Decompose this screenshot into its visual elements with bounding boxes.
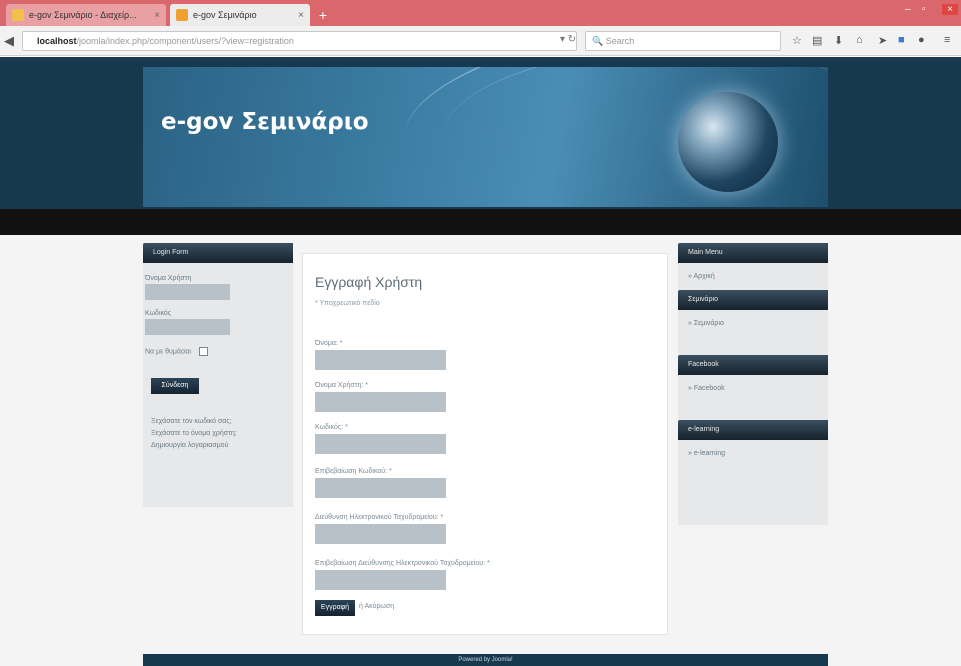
nav-dark-bar [0, 209, 961, 235]
globe-image [678, 92, 778, 192]
password-input[interactable] [145, 319, 230, 335]
forgot-password-link[interactable]: Ξεχάσατε τον κωδικό σας; [151, 416, 293, 428]
menu-header-seminar: Σεμινάριο [678, 290, 828, 310]
required-note: * Υποχρεωτικό πεδίο [315, 300, 380, 307]
login-module-header: Login Form [143, 243, 293, 263]
search-placeholder: Search [605, 36, 635, 46]
url-bar[interactable]: localhost/joomla/index.php/component/use… [22, 31, 577, 51]
menu-item-facebook[interactable]: » Facebook [688, 385, 828, 392]
cancel-link[interactable]: ή Ακύρωση [359, 603, 394, 610]
bookmark-star-icon[interactable]: ☆ [792, 34, 802, 47]
close-tab-icon[interactable]: × [154, 10, 160, 21]
password-confirm-input[interactable] [315, 478, 446, 498]
minimize-icon[interactable]: – [905, 4, 911, 15]
menu-item-label: Αρχική [693, 273, 715, 280]
url-path: /joomla/index.php/component/users/?view=… [76, 36, 294, 46]
tab-1-label: e-gov Σεμινάριο - Διαχείρ... [29, 10, 137, 20]
back-icon[interactable]: ◀ [4, 33, 20, 49]
extension-icon[interactable]: ■ [898, 34, 905, 46]
password-field-input[interactable] [315, 434, 446, 454]
email-label: Διεύθυνση Ηλεκτρονικού Ταχυδρομείου: * [315, 514, 444, 521]
menu-header-main: Main Menu [678, 243, 828, 263]
url-host: localhost [37, 36, 77, 46]
browser-tab-bar: e-gov Σεμινάριο - Διαχείρ... × e-gov Σεμ… [0, 0, 961, 26]
username-field-label: Όνομα Χρήστη: * [315, 382, 368, 389]
password-field-label: Κωδικός: * [315, 424, 348, 431]
menu-item-label: Σεμινάριο [693, 320, 724, 327]
forgot-username-link[interactable]: Ξεχάσατε το όνομα χρήστη; [151, 428, 293, 440]
menu-icon[interactable]: ≡ [944, 34, 950, 46]
right-sidebar: Main Menu » Αρχική Σεμινάριο » Σεμινάριο… [678, 243, 828, 525]
reload-icon[interactable]: ▾ ↻ [560, 34, 576, 45]
registration-form: Εγγραφή Χρήστη * Υποχρεωτικό πεδίο Όνομα… [302, 253, 668, 635]
email-input[interactable] [315, 524, 446, 544]
browser-tab-2[interactable]: e-gov Σεμινάριο × [170, 4, 310, 26]
menu-item-seminar[interactable]: » Σεμινάριο [688, 320, 828, 327]
email-confirm-input[interactable] [315, 570, 446, 590]
username-field-input[interactable] [315, 392, 446, 412]
web-page: e-gov Σεμινάριο Login Form Όνομα Χρήστη … [0, 57, 961, 666]
new-tab-icon[interactable]: + [314, 6, 332, 24]
name-label: Όνομα: * [315, 340, 343, 347]
maximize-icon[interactable]: ▫ [922, 4, 926, 15]
site-title[interactable]: e-gov Σεμινάριο [161, 109, 369, 135]
menu-header-facebook: Facebook [678, 355, 828, 375]
browser-tab-1[interactable]: e-gov Σεμινάριο - Διαχείρ... × [6, 4, 166, 26]
send-icon[interactable]: ➤ [878, 34, 887, 47]
close-tab-icon[interactable]: × [298, 10, 304, 21]
reading-list-icon[interactable]: ▤ [812, 34, 822, 47]
menu-item-home[interactable]: » Αρχική [688, 273, 828, 280]
menu-header-elearning: e-learning [678, 420, 828, 440]
home-icon[interactable]: ⌂ [856, 34, 863, 46]
register-button[interactable]: Εγγραφή [315, 600, 355, 616]
email-confirm-label: Επιβεβαίωση Διεύθυνσης Ηλεκτρονικού Ταχυ… [315, 560, 490, 567]
login-button[interactable]: Σύνδεση [151, 378, 199, 394]
menu-item-elearning[interactable]: » e-learning [688, 450, 828, 457]
header-band: e-gov Σεμινάριο [0, 57, 961, 209]
site-banner: e-gov Σεμινάριο [143, 67, 828, 207]
menu-item-label: Facebook [693, 385, 725, 392]
menu-item-label: e-learning [693, 450, 725, 457]
username-label: Όνομα Χρήστη [145, 275, 192, 282]
username-input[interactable] [145, 284, 230, 300]
search-input[interactable]: 🔍 Search [585, 31, 781, 51]
tab-2-label: e-gov Σεμινάριο [193, 10, 257, 20]
download-icon[interactable]: ⬇ [834, 34, 843, 47]
remember-me-row: Να με θυμάσαι [145, 347, 293, 356]
remember-me-label: Να με θυμάσαι [145, 348, 191, 356]
tab-favicon-icon [12, 9, 24, 21]
chat-icon[interactable]: ● [918, 34, 925, 46]
remember-me-checkbox[interactable] [198, 347, 208, 356]
password-label: Κωδικός [145, 310, 172, 317]
tab-favicon-icon [176, 9, 188, 21]
close-window-icon[interactable]: × [942, 4, 958, 15]
name-input[interactable] [315, 350, 446, 370]
browser-nav-bar: ◀ localhost/joomla/index.php/component/u… [0, 26, 961, 56]
login-module: Login Form Όνομα Χρήστη Κωδικός Να με θυ… [143, 243, 293, 507]
page-title: Εγγραφή Χρήστη [315, 274, 423, 290]
create-account-link[interactable]: Δημιουργία λογαριασμού [151, 440, 293, 452]
page-footer: Powered by Joomla! [143, 654, 828, 666]
password-confirm-label: Επιβεβαίωση Κωδικού: * [315, 468, 392, 475]
